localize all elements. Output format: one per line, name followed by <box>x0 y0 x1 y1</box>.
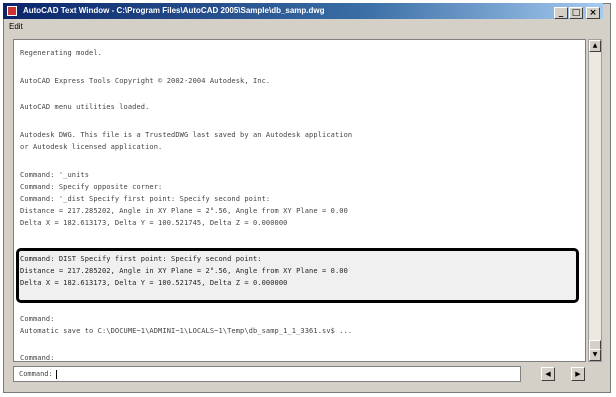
history-line: or Autodesk licensed application. <box>20 143 163 151</box>
command-history-area[interactable]: Regenerating model. AutoCAD Express Tool… <box>13 39 586 362</box>
history-line: Distance = 217.285202, Angle in XY Plane… <box>20 207 348 215</box>
maximize-button[interactable]: □ <box>569 7 583 19</box>
arrow-up-icon[interactable]: ▲ <box>589 40 601 52</box>
close-button[interactable]: × <box>586 7 600 19</box>
history-line: Command: '_units <box>20 171 90 179</box>
history-line: Command: <box>20 354 55 362</box>
history-line: Automatic save to C:\DOCUME~1\ADMINI~1\L… <box>20 327 353 335</box>
history-line: Distance = 217.285202, Angle in XY Plane… <box>20 267 348 275</box>
history-line: AutoCAD menu utilities loaded. <box>20 103 150 111</box>
arrow-left-icon[interactable]: ◀ <box>541 367 555 381</box>
history-line: AutoCAD Express Tools Copyright © 2002-2… <box>20 77 271 85</box>
history-line: Command: '_dist Specify first point: Spe… <box>20 195 271 203</box>
history-line: Autodesk DWG. This file is a TrustedDWG … <box>20 131 353 139</box>
vertical-scrollbar[interactable]: ▲ ▼ <box>588 39 602 362</box>
arrow-down-icon[interactable]: ▼ <box>589 349 601 361</box>
history-line: Delta X = 182.613173, Delta Y = 100.5217… <box>20 279 288 287</box>
history-line: Command: <box>20 315 55 323</box>
text-caret <box>55 369 57 379</box>
history-line: Command: DIST Specify first point: Speci… <box>20 255 262 263</box>
window-title: AutoCAD Text Window - C:\Program Files\A… <box>22 6 325 15</box>
command-prompt: Command: <box>19 370 53 378</box>
arrow-right-icon[interactable]: ▶ <box>571 367 585 381</box>
history-line: Regenerating model. <box>20 49 102 57</box>
minimize-button[interactable]: _ <box>554 7 568 19</box>
menu-bar: Edit <box>3 20 603 34</box>
history-line: Command: Specify opposite corner: <box>20 183 163 191</box>
menu-edit[interactable]: Edit <box>3 22 23 31</box>
command-line-input[interactable]: Command: <box>13 366 521 382</box>
title-bar[interactable]: AutoCAD Text Window - C:\Program Files\A… <box>3 3 603 19</box>
history-line: Delta X = 182.613173, Delta Y = 100.5217… <box>20 219 288 227</box>
autocad-app-icon <box>7 6 17 16</box>
window-controls: _ □ × <box>554 7 600 19</box>
